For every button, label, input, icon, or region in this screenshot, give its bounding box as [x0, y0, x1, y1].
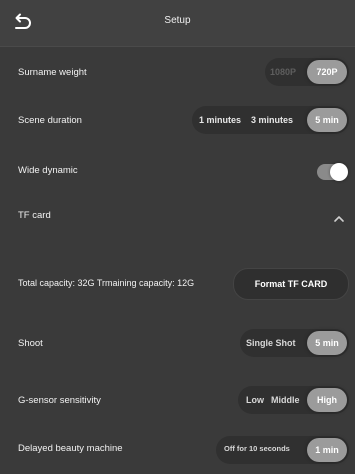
- shoot-row: Shoot Single Shot 5 min: [0, 329, 355, 357]
- option-shoot-5-min[interactable]: 5 min: [307, 331, 347, 355]
- option-1-min[interactable]: 1 min: [307, 438, 347, 462]
- surname-weight-row: Surname weight 1080P 720P: [0, 58, 355, 86]
- tf-capacity-text: Total capacity: 32G Trmaining capacity: …: [18, 278, 195, 288]
- g-sensor-label: G-sensor sensitivity: [18, 395, 101, 406]
- tf-card-label: TF card: [18, 210, 51, 221]
- scene-duration-row: Scene duration 1 minutes 3 minutes 5 min: [0, 106, 355, 134]
- option-off-10-seconds[interactable]: Off for 10 seconds: [224, 444, 290, 453]
- toggle-knob: [330, 163, 348, 181]
- wide-dynamic-toggle[interactable]: [317, 163, 348, 181]
- wide-dynamic-label: Wide dynamic: [18, 165, 78, 176]
- shoot-label: Shoot: [18, 338, 43, 349]
- delayed-row: Delayed beauty machine Off for 10 second…: [0, 436, 355, 464]
- page-title: Setup: [164, 15, 191, 26]
- header-bar: Setup: [0, 0, 355, 47]
- wide-dynamic-row: Wide dynamic: [0, 158, 355, 186]
- delayed-label: Delayed beauty machine: [18, 443, 123, 454]
- option-1-minutes[interactable]: 1 minutes: [199, 115, 241, 125]
- option-3-minutes[interactable]: 3 minutes: [251, 115, 293, 125]
- option-5-min[interactable]: 5 min: [307, 108, 347, 132]
- option-middle[interactable]: Middle: [271, 395, 300, 405]
- option-low[interactable]: Low: [246, 395, 264, 405]
- option-single-shot[interactable]: Single Shot: [246, 338, 296, 348]
- option-720p[interactable]: 720P: [307, 60, 347, 84]
- surname-weight-label: Surname weight: [18, 67, 87, 78]
- chevron-up-icon[interactable]: [333, 211, 345, 229]
- tf-card-row[interactable]: TF card: [0, 205, 355, 229]
- option-high[interactable]: High: [307, 388, 347, 412]
- scene-duration-label: Scene duration: [18, 115, 82, 126]
- format-tf-card-button[interactable]: Format TF CARD: [233, 268, 349, 300]
- option-1080p[interactable]: 1080P: [270, 67, 296, 77]
- g-sensor-row: G-sensor sensitivity Low Middle High: [0, 386, 355, 414]
